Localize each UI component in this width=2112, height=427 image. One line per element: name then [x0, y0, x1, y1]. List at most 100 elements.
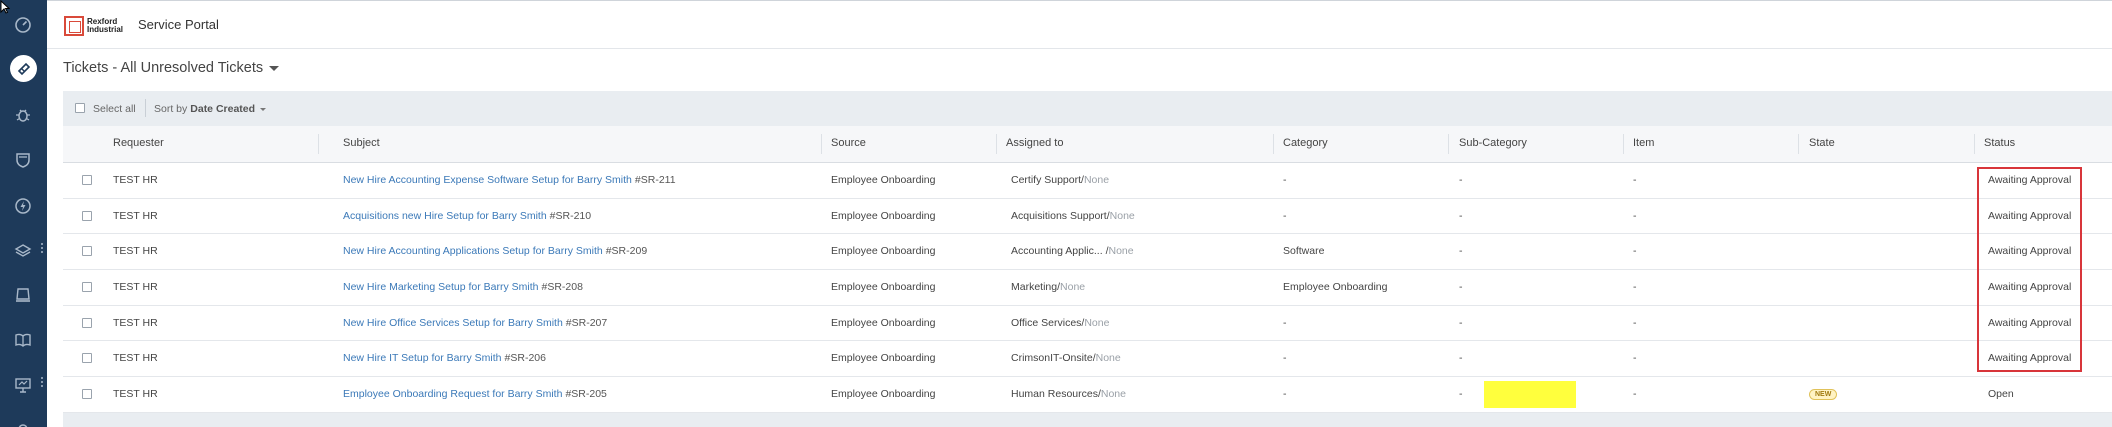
requester-cell: TEST HR [113, 209, 158, 222]
layers-icon[interactable] [12, 240, 34, 262]
assigned-to-cell: Accounting Applic... /None [1011, 245, 1134, 258]
row-checkbox[interactable] [82, 317, 92, 328]
select-all-checkbox[interactable] [75, 103, 85, 113]
column-header-category[interactable]: Category [1283, 137, 1328, 149]
source-cell: Employee Onboarding [831, 209, 936, 222]
column-header-status[interactable]: Status [1984, 137, 2015, 149]
item-cell: - [1633, 316, 1637, 329]
column-header-subject[interactable]: Subject [343, 137, 380, 149]
ticket-id: #SR-210 [549, 209, 592, 222]
ticket-id: #SR-209 [605, 245, 648, 258]
category-cell: - [1283, 316, 1287, 329]
row-checkbox[interactable] [82, 210, 92, 221]
row-checkbox[interactable] [82, 282, 92, 293]
page-title: Tickets - All Unresolved Tickets [63, 60, 264, 76]
category-cell: - [1283, 352, 1287, 365]
assigned-to-cell: Acquisitions Support/None [1011, 209, 1135, 222]
table-row[interactable]: TEST HR Employee Onboarding Request for … [63, 377, 2112, 413]
ticket-subject-link[interactable]: Acquisitions new Hire Setup for Barry Sm… [343, 210, 547, 222]
presentation-more-icon[interactable] [40, 377, 44, 387]
assigned-agent: None [1095, 352, 1121, 365]
assigned-group: Office Services [1011, 316, 1082, 329]
assigned-to-cell: CrimsonIT-Onsite/None [1011, 352, 1121, 365]
left-nav-rail [0, 0, 47, 427]
ticket-id: #SR-206 [504, 352, 546, 365]
column-header-sub-category[interactable]: Sub-Category [1459, 137, 1527, 149]
bug-icon[interactable] [12, 104, 34, 126]
item-cell: - [1633, 245, 1637, 258]
ticket-subject-link[interactable]: New Hire Accounting Applications Setup f… [343, 245, 603, 257]
row-checkbox[interactable] [82, 389, 92, 400]
ticket-id: #SR-207 [565, 316, 608, 329]
sub-category-cell: - [1459, 316, 1463, 329]
table-row[interactable]: TEST HR Acquisitions new Hire Setup for … [63, 198, 2112, 235]
ticket-subject-link[interactable]: New Hire Office Services Setup for Barry… [343, 317, 563, 329]
table-header: Requester Subject Source Assigned to Cat… [63, 126, 2112, 163]
table-row[interactable]: TEST HR New Hire Office Services Setup f… [63, 305, 2112, 342]
book-icon[interactable] [12, 329, 34, 351]
status-cell[interactable]: Awaiting Approval [1988, 352, 2071, 364]
table-row[interactable]: TEST HR New Hire Marketing Setup for Bar… [63, 270, 2112, 306]
sub-category-cell: - [1459, 388, 1463, 401]
assigned-agent: None [1084, 316, 1110, 329]
assigned-agent: None [1100, 388, 1126, 401]
table-row[interactable]: TEST HR New Hire Accounting Expense Soft… [63, 163, 2112, 199]
column-header-source[interactable]: Source [831, 137, 866, 149]
presentation-icon[interactable] [12, 374, 34, 396]
source-cell: Employee Onboarding [831, 245, 936, 258]
tickets-panel: Select all Sort by Date Created Requeste… [63, 91, 2112, 427]
select-all-label[interactable]: Select all [93, 103, 136, 115]
row-checkbox[interactable] [82, 246, 92, 257]
view-selector[interactable]: Tickets - All Unresolved Tickets [63, 60, 280, 76]
tickets-icon[interactable] [10, 55, 37, 82]
column-header-requester[interactable]: Requester [113, 137, 164, 149]
sort-field: Date Created [190, 103, 256, 115]
category-cell: Employee Onboarding [1283, 281, 1388, 294]
ticket-id: #SR-205 [565, 388, 607, 401]
status-cell[interactable]: Awaiting Approval [1988, 317, 2071, 329]
status-cell[interactable]: Awaiting Approval [1988, 174, 2071, 186]
column-header-state[interactable]: State [1809, 137, 1835, 149]
status-cell[interactable]: Open [1988, 388, 2014, 400]
sort-dropdown[interactable]: Sort by Date Created [154, 103, 267, 115]
status-cell[interactable]: Awaiting Approval [1988, 210, 2071, 222]
ticket-id: #SR-211 [634, 174, 676, 186]
source-cell: Employee Onboarding [831, 281, 936, 294]
source-cell: Employee Onboarding [831, 174, 936, 186]
toolbar-divider [145, 99, 146, 117]
requester-cell: TEST HR [113, 245, 158, 258]
source-cell: Employee Onboarding [831, 388, 936, 401]
bolt-icon[interactable] [12, 195, 34, 217]
table-row[interactable]: TEST HR New Hire Accounting Applications… [63, 234, 2112, 271]
column-header-assigned-to[interactable]: Assigned to [1006, 137, 1063, 149]
inbox-icon[interactable] [12, 284, 34, 306]
dashboard-icon[interactable] [12, 14, 34, 36]
column-divider [1623, 134, 1624, 154]
row-checkbox[interactable] [82, 353, 92, 364]
ticket-subject-link[interactable]: New Hire IT Setup for Barry Smith [343, 352, 502, 364]
ticket-subject-link[interactable]: Employee Onboarding Request for Barry Sm… [343, 388, 562, 400]
settings-icon[interactable] [12, 418, 34, 427]
status-cell[interactable]: Awaiting Approval [1988, 281, 2071, 293]
shield-icon[interactable] [12, 149, 34, 171]
status-cell[interactable]: Awaiting Approval [1988, 245, 2071, 257]
status-highlight [1484, 381, 1576, 409]
assigned-to-cell: Human Resources/None [1011, 388, 1126, 401]
assigned-group: Marketing [1011, 281, 1058, 294]
brand-line-2: Industrial [87, 25, 124, 34]
layers-more-icon[interactable] [40, 243, 44, 253]
sub-category-cell: - [1459, 245, 1463, 258]
requester-cell: TEST HR [113, 352, 158, 365]
category-cell: - [1283, 174, 1287, 186]
item-cell: - [1633, 174, 1637, 186]
brand-logo[interactable]: Rexford Industrial [64, 14, 123, 38]
column-header-item[interactable]: Item [1633, 137, 1654, 149]
assigned-agent: None [1108, 245, 1134, 258]
logo-mark-icon [64, 16, 84, 36]
ticket-subject-link[interactable]: New Hire Marketing Setup for Barry Smith [343, 281, 538, 293]
assigned-to-cell: Certify Support/None [1011, 174, 1110, 186]
row-checkbox[interactable] [82, 175, 92, 185]
table-row[interactable]: TEST HR New Hire IT Setup for Barry Smit… [63, 341, 2112, 378]
assigned-group: Acquisitions Support [1011, 209, 1107, 222]
ticket-subject-link[interactable]: New Hire Accounting Expense Software Set… [343, 174, 632, 186]
